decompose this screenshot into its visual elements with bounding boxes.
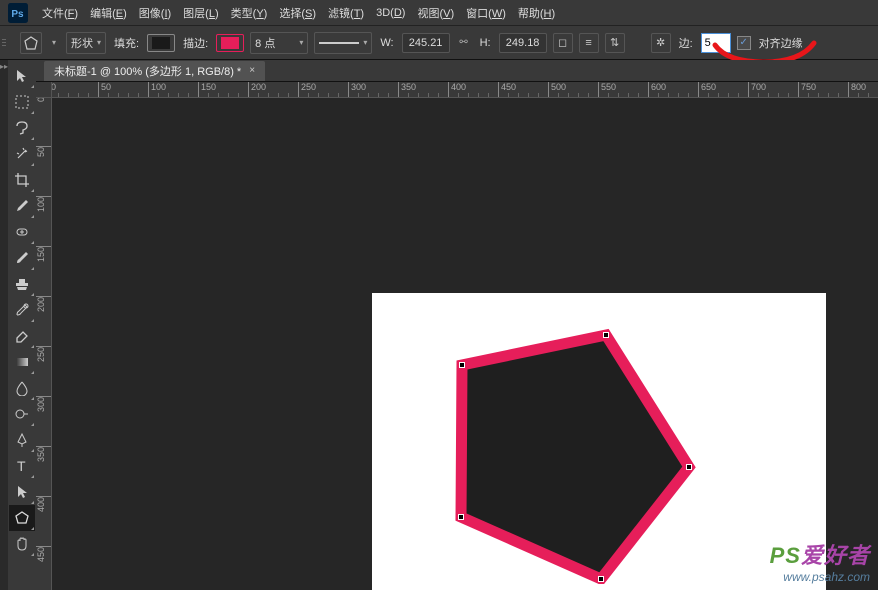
menu-help[interactable]: 帮助(H) bbox=[512, 1, 561, 25]
gear-icon[interactable]: ✲ bbox=[651, 33, 671, 53]
gradient-tool[interactable] bbox=[9, 349, 35, 375]
width-input[interactable] bbox=[402, 33, 450, 53]
tool-preset-dropdown-icon[interactable]: ▾ bbox=[48, 34, 60, 52]
transform-handle[interactable] bbox=[603, 332, 609, 338]
stroke-label: 描边: bbox=[181, 35, 210, 51]
workspace: ▸▸ T 未标题-1 @ 100% (多边形 1, RGB/8) * × bbox=[0, 60, 878, 590]
document-tab-strip: 未标题-1 @ 100% (多边形 1, RGB/8) * × bbox=[36, 60, 878, 82]
transform-handle[interactable] bbox=[458, 514, 464, 520]
polygon-shape[interactable] bbox=[451, 327, 704, 584]
watermark: PS爱好者 www.psahz.com bbox=[770, 538, 870, 584]
eyedropper-tool[interactable] bbox=[9, 193, 35, 219]
path-arrangement-icon[interactable]: ⇅ bbox=[605, 33, 625, 53]
path-operations-icon[interactable]: ◻ bbox=[553, 33, 573, 53]
history-brush-tool[interactable] bbox=[9, 297, 35, 323]
ruler-origin[interactable] bbox=[36, 82, 52, 98]
transform-handle[interactable] bbox=[686, 464, 692, 470]
tool-preset-icon[interactable] bbox=[20, 32, 42, 54]
hand-tool[interactable] bbox=[9, 531, 35, 557]
brush-tool[interactable] bbox=[9, 245, 35, 271]
fill-label: 填充: bbox=[112, 35, 141, 51]
crop-tool[interactable] bbox=[9, 167, 35, 193]
blur-tool[interactable] bbox=[9, 375, 35, 401]
menu-file[interactable]: 文件(F) bbox=[36, 1, 84, 25]
path-selection-tool[interactable] bbox=[9, 479, 35, 505]
menu-select[interactable]: 选择(S) bbox=[273, 1, 322, 25]
lasso-tool[interactable] bbox=[9, 115, 35, 141]
document-tab-title: 未标题-1 @ 100% (多边形 1, RGB/8) * bbox=[54, 63, 241, 79]
pen-tool[interactable] bbox=[9, 427, 35, 453]
sides-label: 边: bbox=[677, 35, 695, 51]
stroke-color-swatch[interactable] bbox=[216, 34, 244, 52]
menu-filter[interactable]: 滤镜(T) bbox=[322, 1, 370, 25]
link-wh-icon[interactable]: ⚯ bbox=[456, 35, 472, 51]
align-edges-checkbox[interactable]: ✓ bbox=[737, 36, 751, 50]
options-bar: ▾ 形状▾ 填充: 描边: 8 点▾ ▾ W: ⚯ H: ◻ ≡ ⇅ ✲ 边: … bbox=[0, 26, 878, 60]
menu-3d[interactable]: 3D(D) bbox=[370, 3, 411, 23]
dodge-tool[interactable] bbox=[9, 401, 35, 427]
menu-bar: Ps 文件(F) 编辑(E) 图像(I) 图层(L) 类型(Y) 选择(S) 滤… bbox=[0, 0, 878, 26]
horizontal-ruler[interactable]: 0501001502002503003504004505005506006507… bbox=[52, 82, 878, 98]
height-input[interactable] bbox=[499, 33, 547, 53]
toolbox: T bbox=[8, 60, 36, 590]
menu-window[interactable]: 窗口(W) bbox=[460, 1, 512, 25]
panel-collapse-strip[interactable]: ▸▸ bbox=[0, 60, 8, 590]
transform-handle[interactable] bbox=[598, 576, 604, 582]
clone-stamp-tool[interactable] bbox=[9, 271, 35, 297]
menu-type[interactable]: 类型(Y) bbox=[225, 1, 274, 25]
menu-edit[interactable]: 编辑(E) bbox=[84, 1, 133, 25]
move-tool[interactable] bbox=[9, 63, 35, 89]
width-label: W: bbox=[378, 37, 395, 49]
artboard bbox=[372, 293, 826, 590]
path-alignment-icon[interactable]: ≡ bbox=[579, 33, 599, 53]
shape-mode-dropdown[interactable]: 形状▾ bbox=[66, 32, 106, 54]
magic-wand-tool[interactable] bbox=[9, 141, 35, 167]
menu-image[interactable]: 图像(I) bbox=[133, 1, 177, 25]
menu-layer[interactable]: 图层(L) bbox=[177, 1, 224, 25]
marquee-tool[interactable] bbox=[9, 89, 35, 115]
sides-input[interactable] bbox=[701, 33, 731, 53]
vertical-ruler[interactable]: 050100150200250300350400450500 bbox=[36, 98, 52, 590]
eraser-tool[interactable] bbox=[9, 323, 35, 349]
close-tab-icon[interactable]: × bbox=[249, 65, 255, 76]
polygon-shape-tool[interactable] bbox=[9, 505, 35, 531]
document-tab[interactable]: 未标题-1 @ 100% (多边形 1, RGB/8) * × bbox=[44, 61, 265, 81]
stroke-style-dropdown[interactable]: ▾ bbox=[314, 32, 372, 54]
options-grip-icon[interactable] bbox=[0, 26, 8, 59]
canvas-viewport[interactable] bbox=[52, 98, 878, 590]
fill-color-swatch[interactable] bbox=[147, 34, 175, 52]
svg-text:T: T bbox=[17, 458, 26, 474]
type-tool[interactable]: T bbox=[9, 453, 35, 479]
height-label: H: bbox=[478, 37, 493, 49]
app-logo-icon[interactable]: Ps bbox=[8, 3, 28, 23]
align-edges-label: 对齐边缘 bbox=[757, 35, 805, 51]
healing-brush-tool[interactable] bbox=[9, 219, 35, 245]
canvas-area: 未标题-1 @ 100% (多边形 1, RGB/8) * × 05010015… bbox=[36, 60, 878, 590]
transform-handle[interactable] bbox=[459, 362, 465, 368]
menu-view[interactable]: 视图(V) bbox=[411, 1, 460, 25]
svg-text:Ps: Ps bbox=[11, 9, 24, 20]
stroke-size-dropdown[interactable]: 8 点▾ bbox=[250, 32, 308, 54]
